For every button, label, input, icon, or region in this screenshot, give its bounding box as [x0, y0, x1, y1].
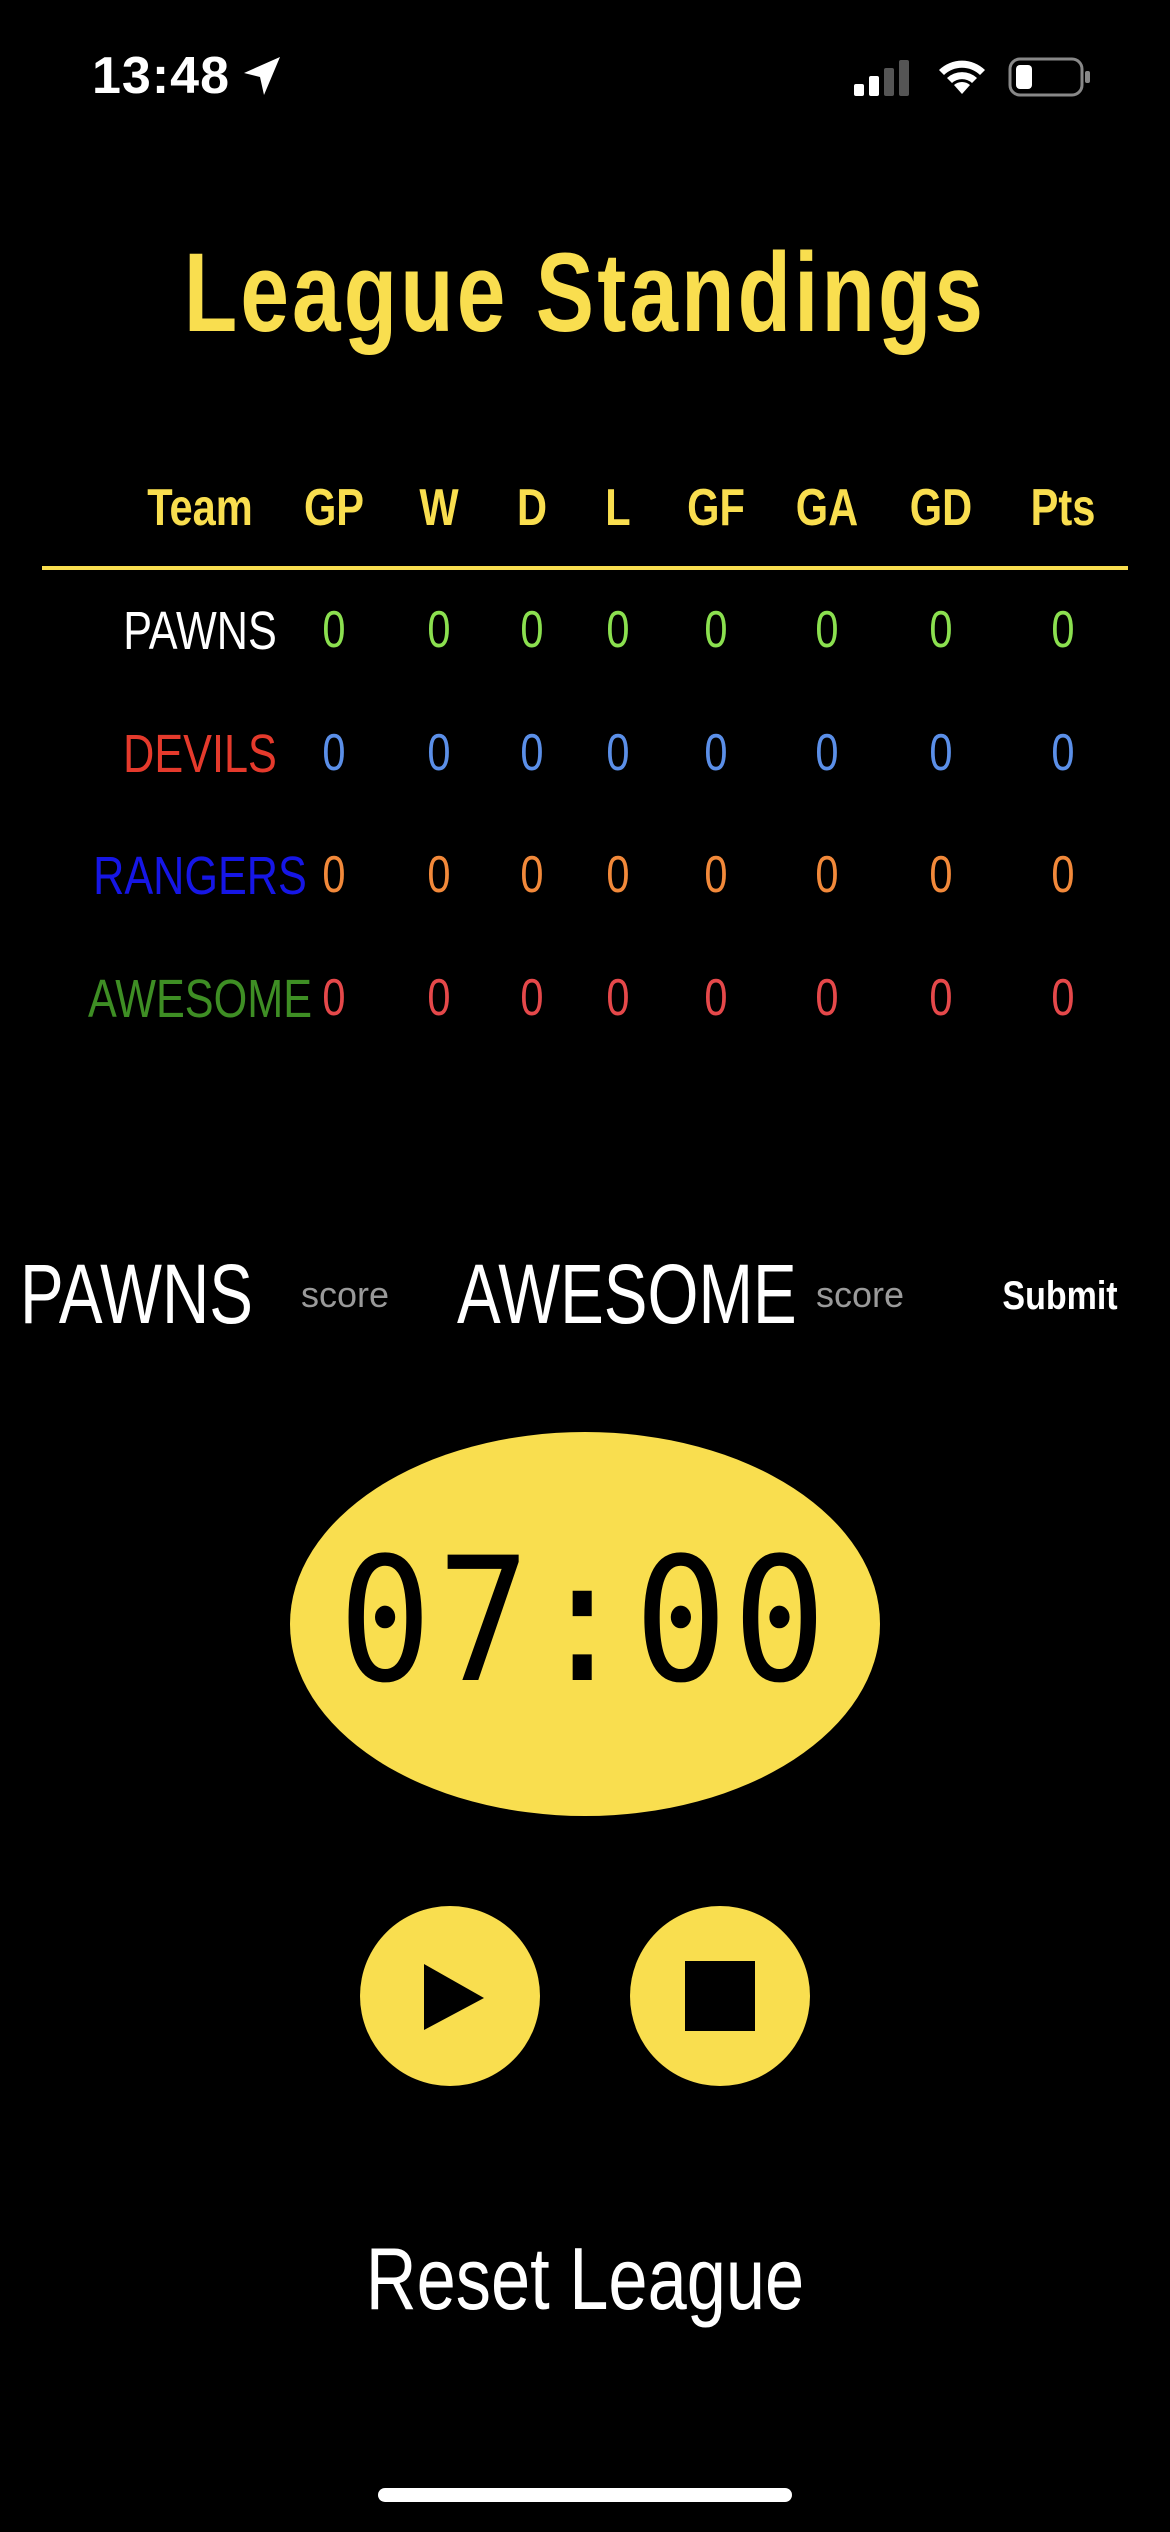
stat-cell-pts: 0 [1051, 846, 1075, 904]
stat-cell-gf: 0 [704, 724, 728, 782]
battery-icon [1008, 56, 1092, 102]
stat-cell-l: 0 [606, 724, 630, 782]
status-bar: 13:48 [0, 0, 1170, 150]
stat-cell-pts: 0 [1051, 969, 1075, 1027]
header-pts: Pts [1030, 479, 1096, 537]
header-gd: GD [909, 479, 973, 537]
stop-icon [685, 1961, 755, 2031]
home-team-name: PAWNS [20, 1247, 253, 1341]
stat-cell-ga: 0 [815, 969, 839, 1027]
timer-text: 07:00 [338, 1520, 832, 1721]
timer-display: 07:00 [290, 1432, 880, 1816]
header-gp: GP [303, 479, 365, 537]
stat-cell-ga: 0 [815, 846, 839, 904]
table-row: DEVILS 0 0 0 0 0 0 0 0 [42, 695, 1128, 805]
header-l: L [605, 479, 631, 537]
table-row: RANGERS 0 0 0 0 0 0 0 0 [42, 817, 1128, 927]
table-row: AWESOME 0 0 0 0 0 0 0 0 [42, 940, 1128, 1050]
stat-cell-gf: 0 [704, 601, 728, 659]
stat-cell-gp: 0 [322, 724, 346, 782]
location-arrow-icon [242, 55, 282, 103]
signal-icon [852, 58, 912, 102]
score-entry-row: PAWNS AWESOME Submit [0, 1228, 1170, 1358]
wifi-icon [935, 56, 989, 100]
play-icon [424, 1964, 484, 2030]
stat-cell-gd: 0 [929, 724, 953, 782]
status-time: 13:48 [92, 47, 230, 105]
stat-cell-ga: 0 [815, 724, 839, 782]
stat-cell-gf: 0 [704, 969, 728, 1027]
header-ga: GA [795, 479, 859, 537]
stat-cell-gd: 0 [929, 846, 953, 904]
header-gf: GF [687, 479, 745, 537]
stat-cell-l: 0 [606, 846, 630, 904]
stat-cell-l: 0 [606, 969, 630, 1027]
home-indicator[interactable] [378, 2488, 792, 2502]
stat-cell-ga: 0 [815, 601, 839, 659]
home-score-input[interactable] [280, 1270, 410, 1320]
stat-cell-gp: 0 [322, 846, 346, 904]
away-team-name: AWESOME [457, 1247, 797, 1341]
stat-cell-pts: 0 [1051, 724, 1075, 782]
stat-cell-pts: 0 [1051, 601, 1075, 659]
stat-cell-gp: 0 [322, 601, 346, 659]
stat-cell-gd: 0 [929, 969, 953, 1027]
page-title: League Standings [183, 230, 987, 355]
header-team: Team [147, 479, 253, 537]
reset-league-button[interactable]: Reset League [117, 2228, 1053, 2330]
stop-button[interactable] [630, 1906, 810, 2086]
play-button[interactable] [360, 1906, 540, 2086]
stat-cell-gp: 0 [322, 969, 346, 1027]
submit-button[interactable]: Submit [996, 1266, 1124, 1326]
stat-cell-gd: 0 [929, 601, 953, 659]
away-score-input[interactable] [795, 1270, 925, 1320]
table-header: Team GP W D L GF GA GD Pts [42, 460, 1128, 570]
stat-cell-l: 0 [606, 601, 630, 659]
table-row: PAWNS 0 0 0 0 0 0 0 0 [42, 572, 1128, 682]
stat-cell-gf: 0 [704, 846, 728, 904]
